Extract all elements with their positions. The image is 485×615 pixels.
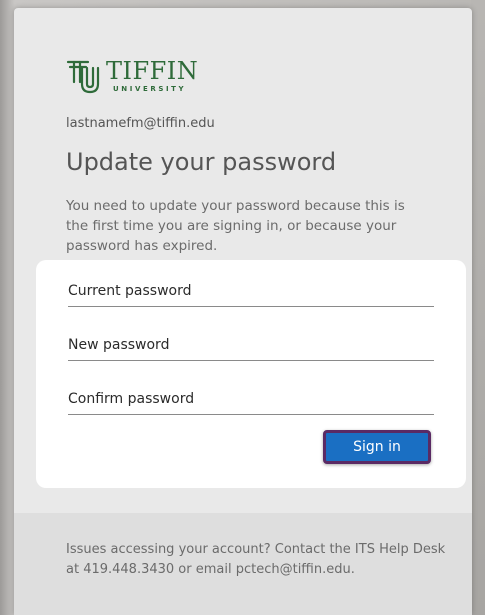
current-password-input[interactable] [68, 276, 434, 306]
page-title: Update your password [66, 148, 337, 176]
background-edge [471, 0, 485, 615]
logo-wordmark: TIFFIN [106, 57, 199, 85]
current-password-field [68, 276, 434, 307]
tiffin-logo: TIFFIN UNIVERSITY [66, 58, 198, 96]
account-email: lastnamefm@tiffin.edu [66, 116, 215, 131]
tiffin-logo-mark-icon [66, 60, 100, 94]
new-password-input[interactable] [68, 330, 434, 360]
help-text: Issues accessing your account? Contact t… [66, 542, 446, 577]
logo-subtitle: UNIVERSITY [113, 85, 187, 93]
new-password-field [68, 330, 434, 361]
signin-card: TIFFIN UNIVERSITY lastnamefm@tiffin.edu … [14, 8, 472, 615]
confirm-password-field [68, 384, 434, 415]
sign-in-button[interactable]: Sign in [323, 430, 431, 464]
password-form-panel: Sign in [36, 260, 466, 488]
page-description: You need to update your password because… [66, 198, 405, 254]
confirm-password-input[interactable] [68, 384, 434, 414]
logo-text: TIFFIN UNIVERSITY [106, 58, 198, 93]
